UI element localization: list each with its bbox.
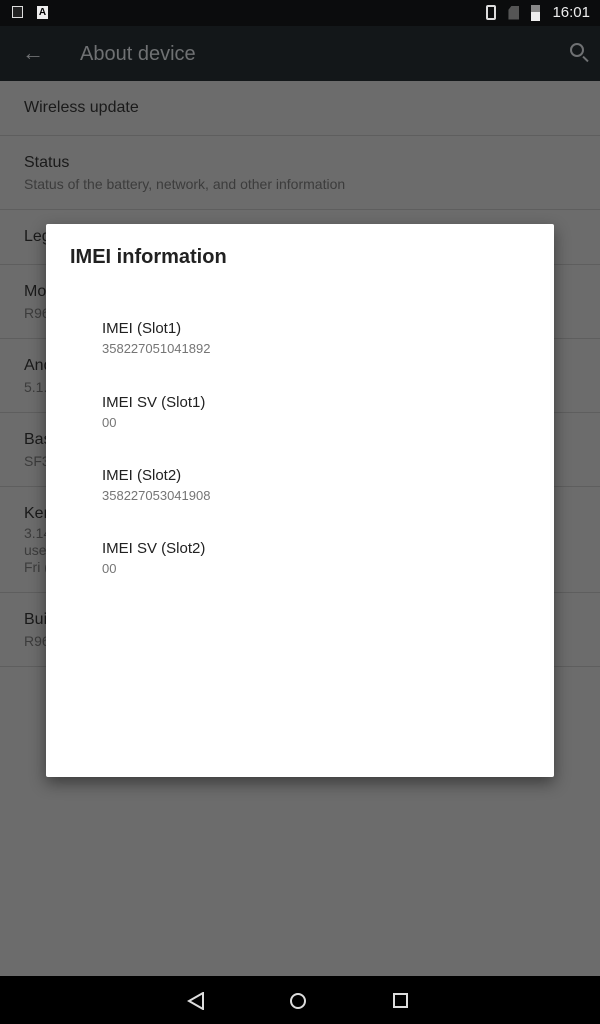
imei-label: IMEI SV (Slot1) bbox=[102, 394, 206, 411]
home-nav-icon[interactable] bbox=[289, 992, 307, 1010]
clock: 16:01 bbox=[552, 4, 590, 21]
settings-item-status[interactable]: Status Status of the battery, network, an… bbox=[0, 136, 600, 210]
settings-item-wireless-update[interactable]: Wireless update bbox=[0, 81, 600, 136]
item-title: Wireless update bbox=[24, 99, 139, 116]
a-notification-icon: A bbox=[37, 6, 48, 19]
dialog-title: IMEI information bbox=[70, 246, 227, 268]
app-bar: ← About device bbox=[0, 26, 600, 81]
battery-icon bbox=[531, 4, 541, 21]
imei-item: IMEI (Slot2) 358227053041908 bbox=[102, 467, 210, 503]
imei-value: 358227051041892 bbox=[102, 341, 211, 356]
vibrate-icon bbox=[486, 5, 497, 20]
imei-item: IMEI (Slot1) 358227051041892 bbox=[102, 320, 210, 356]
imei-item: IMEI SV (Slot1) 00 bbox=[102, 394, 205, 430]
recents-nav-icon[interactable] bbox=[392, 992, 410, 1010]
no-sim-icon bbox=[508, 5, 520, 20]
arrow-left-icon[interactable]: ← bbox=[22, 40, 44, 66]
imei-value: 00 bbox=[102, 415, 117, 430]
imei-label: IMEI (Slot1) bbox=[102, 320, 182, 337]
status-bar: A 16:01 bbox=[0, 0, 600, 26]
imei-item: IMEI SV (Slot2) 00 bbox=[102, 540, 205, 576]
imei-dialog: IMEI information IMEI (Slot1) 35822705104… bbox=[46, 224, 554, 777]
item-subtitle: Status of the battery, network, and othe… bbox=[24, 176, 346, 192]
search-icon[interactable] bbox=[570, 43, 584, 57]
back-nav-icon[interactable] bbox=[187, 992, 205, 1010]
image-notification-icon bbox=[12, 6, 23, 18]
navigation-bar bbox=[0, 976, 600, 1024]
imei-label: IMEI SV (Slot2) bbox=[102, 540, 206, 557]
page-title: About device bbox=[80, 43, 196, 65]
item-title: Status bbox=[24, 154, 70, 171]
imei-label: IMEI (Slot2) bbox=[102, 467, 182, 484]
imei-value: 00 bbox=[102, 561, 117, 576]
imei-value: 358227053041908 bbox=[102, 488, 211, 503]
